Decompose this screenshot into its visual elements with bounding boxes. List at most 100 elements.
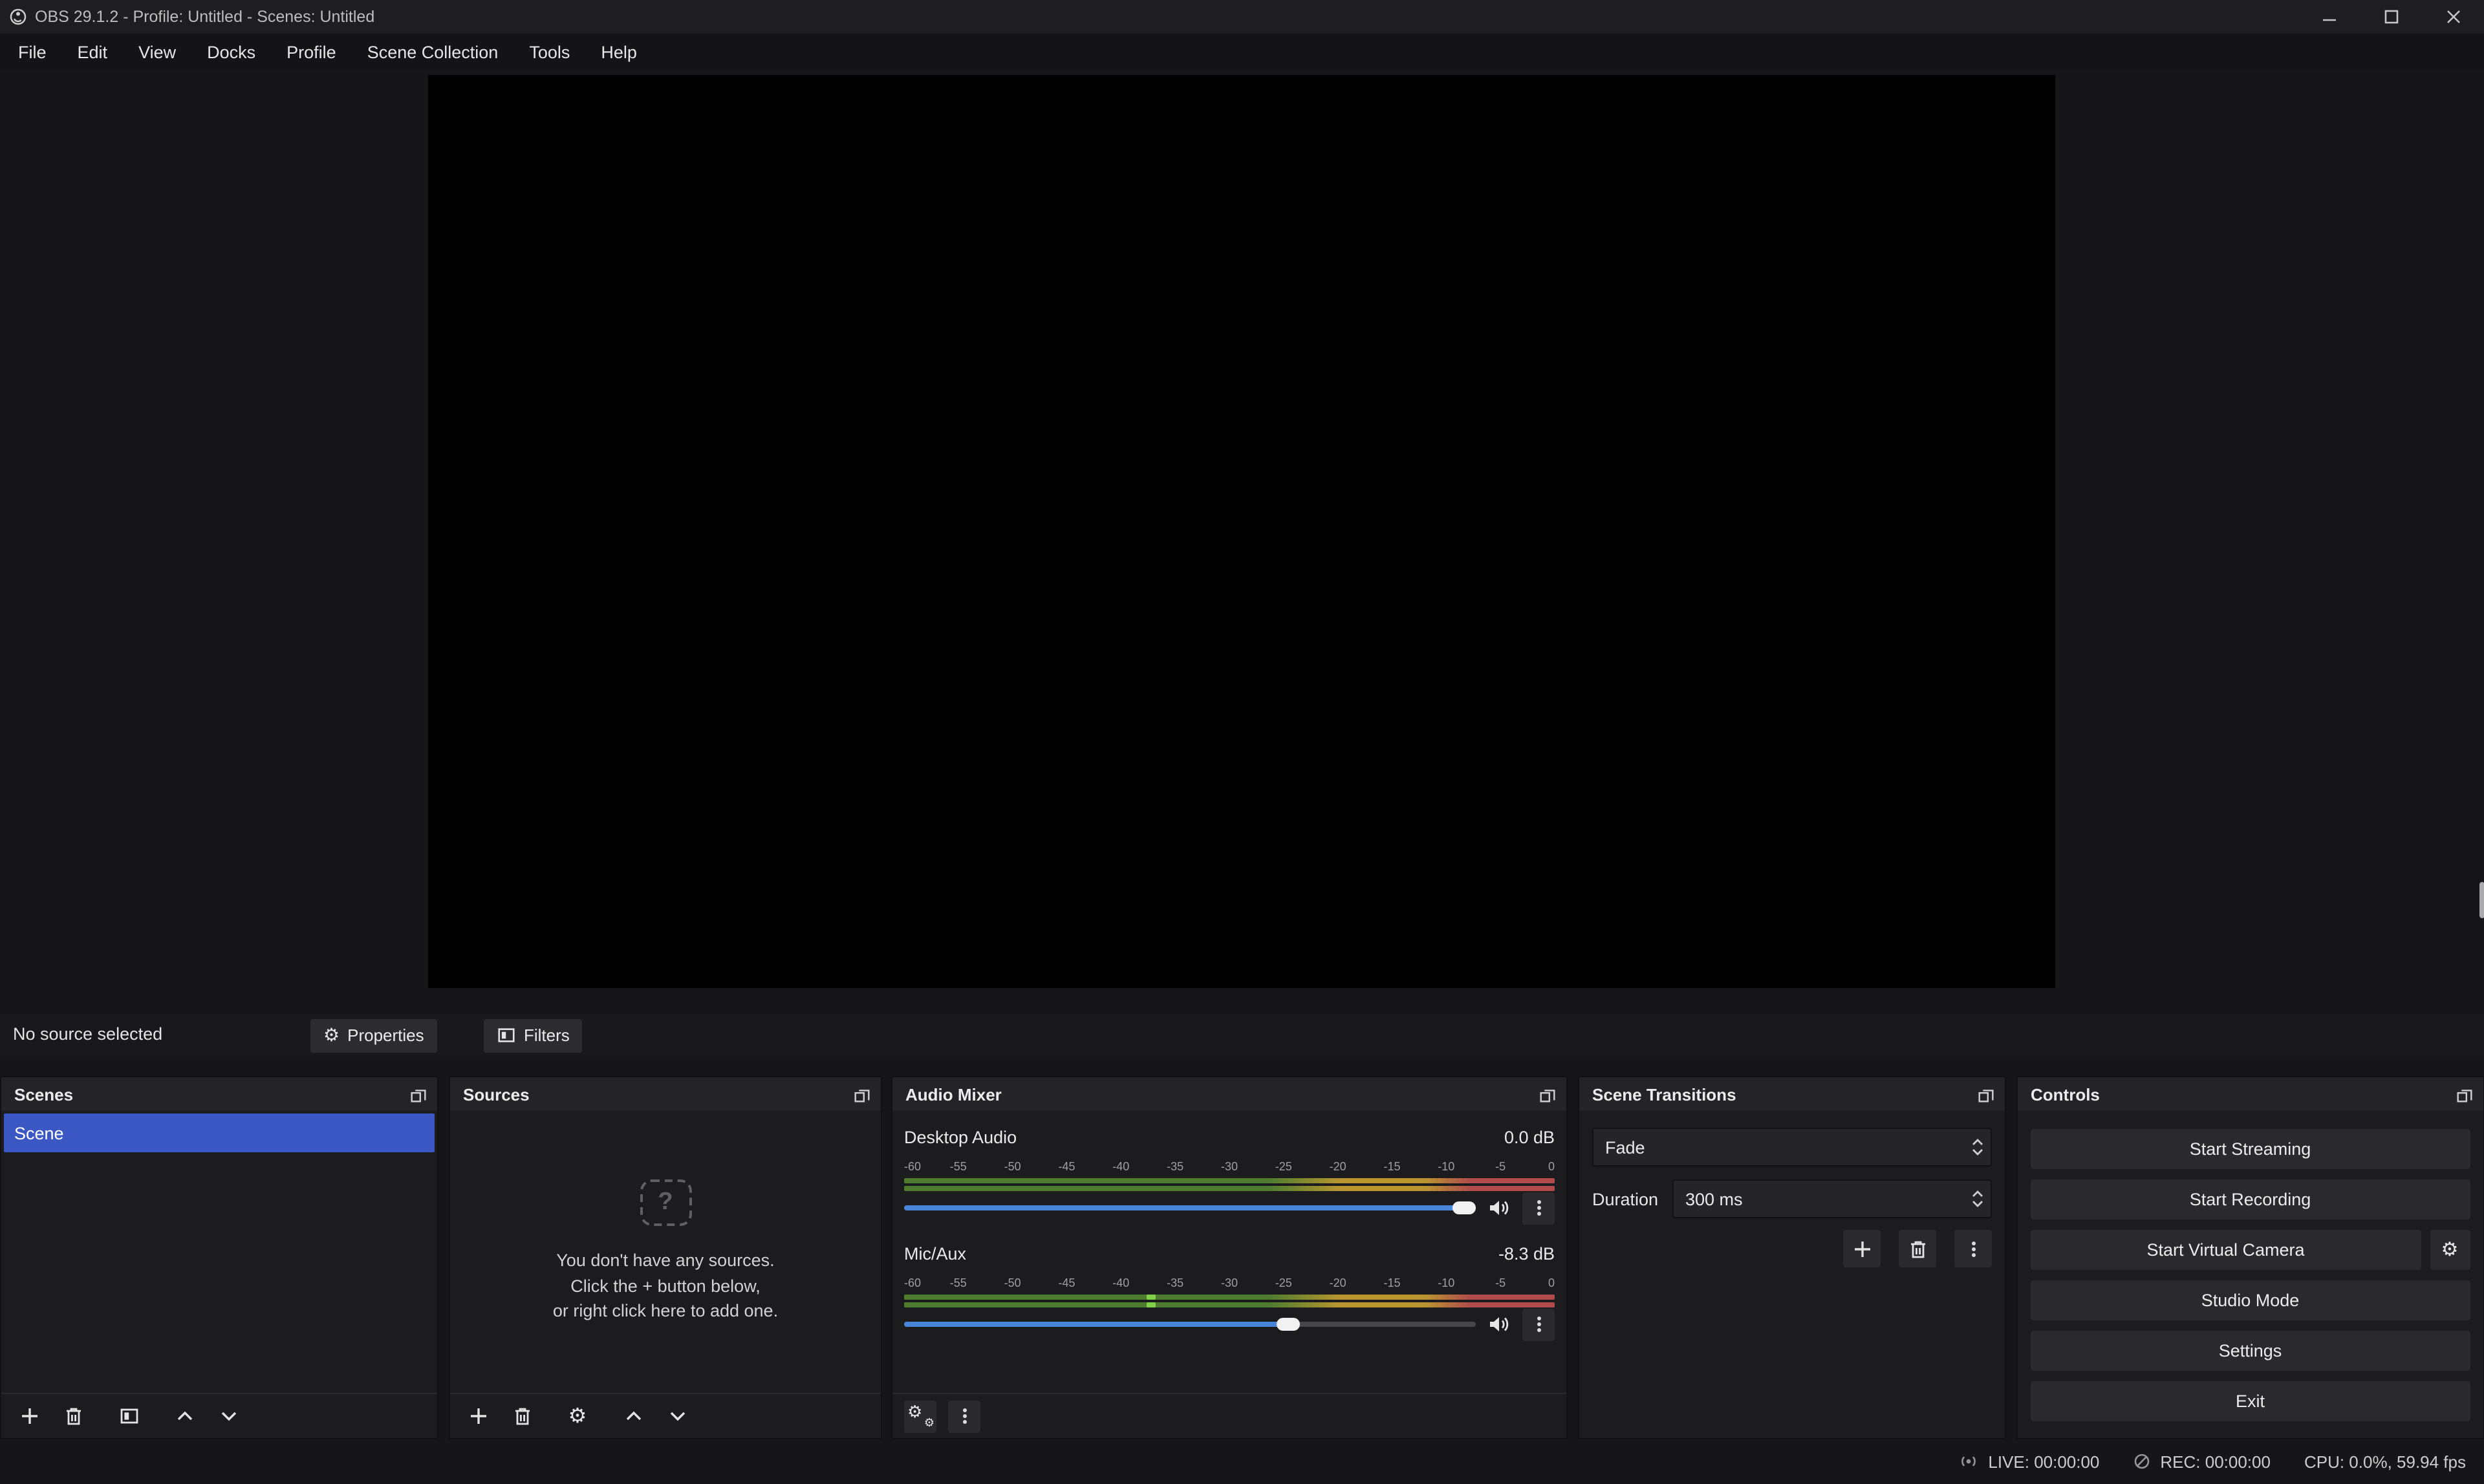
- transition-options-button[interactable]: [1954, 1230, 1992, 1267]
- meter-tick-label: -20: [1330, 1160, 1346, 1173]
- remove-scene-button[interactable]: [57, 1400, 89, 1432]
- controls-panel-header[interactable]: Controls: [2018, 1077, 2483, 1111]
- meter-tick-label: -35: [1167, 1276, 1183, 1289]
- menu-profile[interactable]: Profile: [271, 36, 352, 69]
- preview-canvas[interactable]: [428, 75, 2055, 988]
- minimize-button[interactable]: [2298, 0, 2360, 34]
- meter-tick-label: 0: [1548, 1276, 1555, 1289]
- controls-body: Start Streaming Start Recording Start Vi…: [2018, 1111, 2483, 1438]
- sources-empty-state: ? You don't have any sources. Click the …: [450, 1111, 881, 1393]
- controls-panel-title: Controls: [2031, 1084, 2100, 1104]
- scene-name: Scene: [14, 1123, 64, 1143]
- meter-tick-label: -25: [1275, 1276, 1292, 1289]
- move-source-up-button[interactable]: [617, 1400, 649, 1432]
- studio-mode-button[interactable]: Studio Mode: [2031, 1280, 2470, 1320]
- controls-panel: Controls Start Streaming Start Recording…: [2016, 1076, 2484, 1439]
- speaker-icon[interactable]: [1486, 1314, 1512, 1335]
- remove-source-button[interactable]: [506, 1400, 538, 1432]
- start-virtual-camera-button[interactable]: Start Virtual Camera: [2031, 1230, 2421, 1270]
- sources-panel-header[interactable]: Sources: [450, 1077, 881, 1111]
- scenes-panel-header[interactable]: Scenes: [1, 1077, 437, 1111]
- source-properties-button[interactable]: ⚙: [561, 1400, 594, 1432]
- menu-scene-collection[interactable]: Scene Collection: [352, 36, 514, 69]
- mixer-options-button[interactable]: [948, 1400, 980, 1432]
- scenes-list[interactable]: Scene: [1, 1111, 437, 1393]
- channel-name: Desktop Audio: [904, 1128, 1017, 1147]
- window-controls: [2298, 0, 2484, 34]
- sources-empty-line: or right click here to add one.: [553, 1299, 778, 1324]
- volume-slider[interactable]: [904, 1314, 1476, 1335]
- popout-icon[interactable]: [2454, 1084, 2474, 1104]
- menu-tools[interactable]: Tools: [513, 36, 585, 69]
- speaker-icon[interactable]: [1486, 1198, 1512, 1218]
- audio-mixer-panel: Audio Mixer Desktop Audio 0.0 dB -60-55-…: [891, 1076, 1568, 1439]
- add-scene-button[interactable]: [13, 1400, 45, 1432]
- rec-status: REC: 00:00:00: [2133, 1452, 2271, 1472]
- properties-button[interactable]: ⚙ Properties: [310, 1018, 437, 1052]
- audio-mixer-panel-header[interactable]: Audio Mixer: [892, 1077, 1566, 1111]
- meter-scale: -60-55-50-45-40-35-30-25-20-15-10-50: [904, 1160, 1555, 1173]
- menu-docks[interactable]: Docks: [191, 36, 271, 69]
- duration-row: Duration 300 ms: [1592, 1179, 1992, 1218]
- popout-icon[interactable]: [409, 1084, 428, 1104]
- meter-tick-label: -50: [1004, 1160, 1021, 1173]
- popout-icon[interactable]: [1976, 1084, 1996, 1104]
- add-transition-button[interactable]: [1843, 1230, 1881, 1267]
- meter-tick-label: -30: [1221, 1160, 1238, 1173]
- cpu-fps-stats: CPU: 0.0%, 59.94 fps: [2304, 1452, 2466, 1472]
- channel-options-button[interactable]: [1522, 1192, 1555, 1224]
- menu-file[interactable]: File: [3, 36, 62, 69]
- meter-tick-label: -15: [1383, 1276, 1400, 1289]
- sources-toolbar: ⚙: [450, 1393, 881, 1438]
- mixer-channel-desktop-audio: Desktop Audio 0.0 dB -60-55-50-45-40-35-…: [904, 1128, 1555, 1218]
- meter-tick-label: 0: [1548, 1160, 1555, 1173]
- ghost-question-icon: ?: [640, 1180, 691, 1227]
- sources-list[interactable]: ? You don't have any sources. Click the …: [450, 1111, 881, 1393]
- virtual-camera-settings-button[interactable]: ⚙: [2430, 1230, 2470, 1270]
- meter-bar: [904, 1302, 1555, 1307]
- scene-transitions-panel-header[interactable]: Scene Transitions: [1579, 1077, 2005, 1111]
- popout-icon[interactable]: [1538, 1084, 1557, 1104]
- scene-filters-button[interactable]: [113, 1400, 145, 1432]
- combo-arrows-icon[interactable]: [1965, 1137, 1991, 1157]
- maximize-button[interactable]: [2360, 0, 2422, 34]
- input-level-marker: [1147, 1295, 1156, 1300]
- duration-spinbox[interactable]: 300 ms: [1672, 1179, 1992, 1218]
- settings-button[interactable]: Settings: [2031, 1331, 2470, 1371]
- transition-select[interactable]: Fade: [1592, 1128, 1992, 1167]
- spinbox-arrows-icon[interactable]: [1965, 1188, 1991, 1209]
- menu-help[interactable]: Help: [585, 36, 653, 69]
- move-source-down-button[interactable]: [661, 1400, 693, 1432]
- sources-panel: Sources ? You don't have any sources. Cl…: [449, 1076, 882, 1439]
- menu-view[interactable]: View: [123, 36, 191, 69]
- sources-panel-title: Sources: [463, 1084, 530, 1104]
- titlebar[interactable]: OBS 29.1.2 - Profile: Untitled - Scenes:…: [0, 0, 2484, 34]
- filters-button[interactable]: Filters: [484, 1018, 583, 1052]
- channel-level: -8.3 dB: [1498, 1244, 1555, 1264]
- meter-bar: [904, 1295, 1555, 1300]
- add-source-button[interactable]: [462, 1400, 494, 1432]
- remove-transition-button[interactable]: [1899, 1230, 1936, 1267]
- exit-button[interactable]: Exit: [2031, 1381, 2470, 1421]
- close-button[interactable]: [2422, 0, 2484, 34]
- volume-slider[interactable]: [904, 1198, 1476, 1218]
- dock-resize-grip[interactable]: [2479, 882, 2484, 918]
- popout-icon[interactable]: [852, 1084, 872, 1104]
- channel-options-button[interactable]: [1522, 1308, 1555, 1340]
- meter-tick-label: -35: [1167, 1160, 1183, 1173]
- meter-tick-label: -15: [1383, 1160, 1400, 1173]
- move-scene-up-button[interactable]: [168, 1400, 200, 1432]
- sources-empty-line: You don't have any sources.: [556, 1249, 774, 1274]
- status-bar: LIVE: 00:00:00 REC: 00:00:00 CPU: 0.0%, …: [0, 1439, 2484, 1484]
- input-level-marker: [1147, 1302, 1156, 1307]
- slider-handle[interactable]: [1453, 1201, 1476, 1214]
- scene-transitions-body: Fade Duration 300 ms: [1579, 1111, 2005, 1438]
- slider-handle[interactable]: [1277, 1318, 1301, 1331]
- scene-list-item[interactable]: Scene: [4, 1113, 435, 1152]
- start-streaming-button[interactable]: Start Streaming: [2031, 1129, 2470, 1169]
- meter-tick-label: -25: [1275, 1160, 1292, 1173]
- move-scene-down-button[interactable]: [212, 1400, 244, 1432]
- menu-edit[interactable]: Edit: [62, 36, 124, 69]
- advanced-audio-properties-button[interactable]: ⚙⚙: [904, 1400, 936, 1432]
- start-recording-button[interactable]: Start Recording: [2031, 1179, 2470, 1220]
